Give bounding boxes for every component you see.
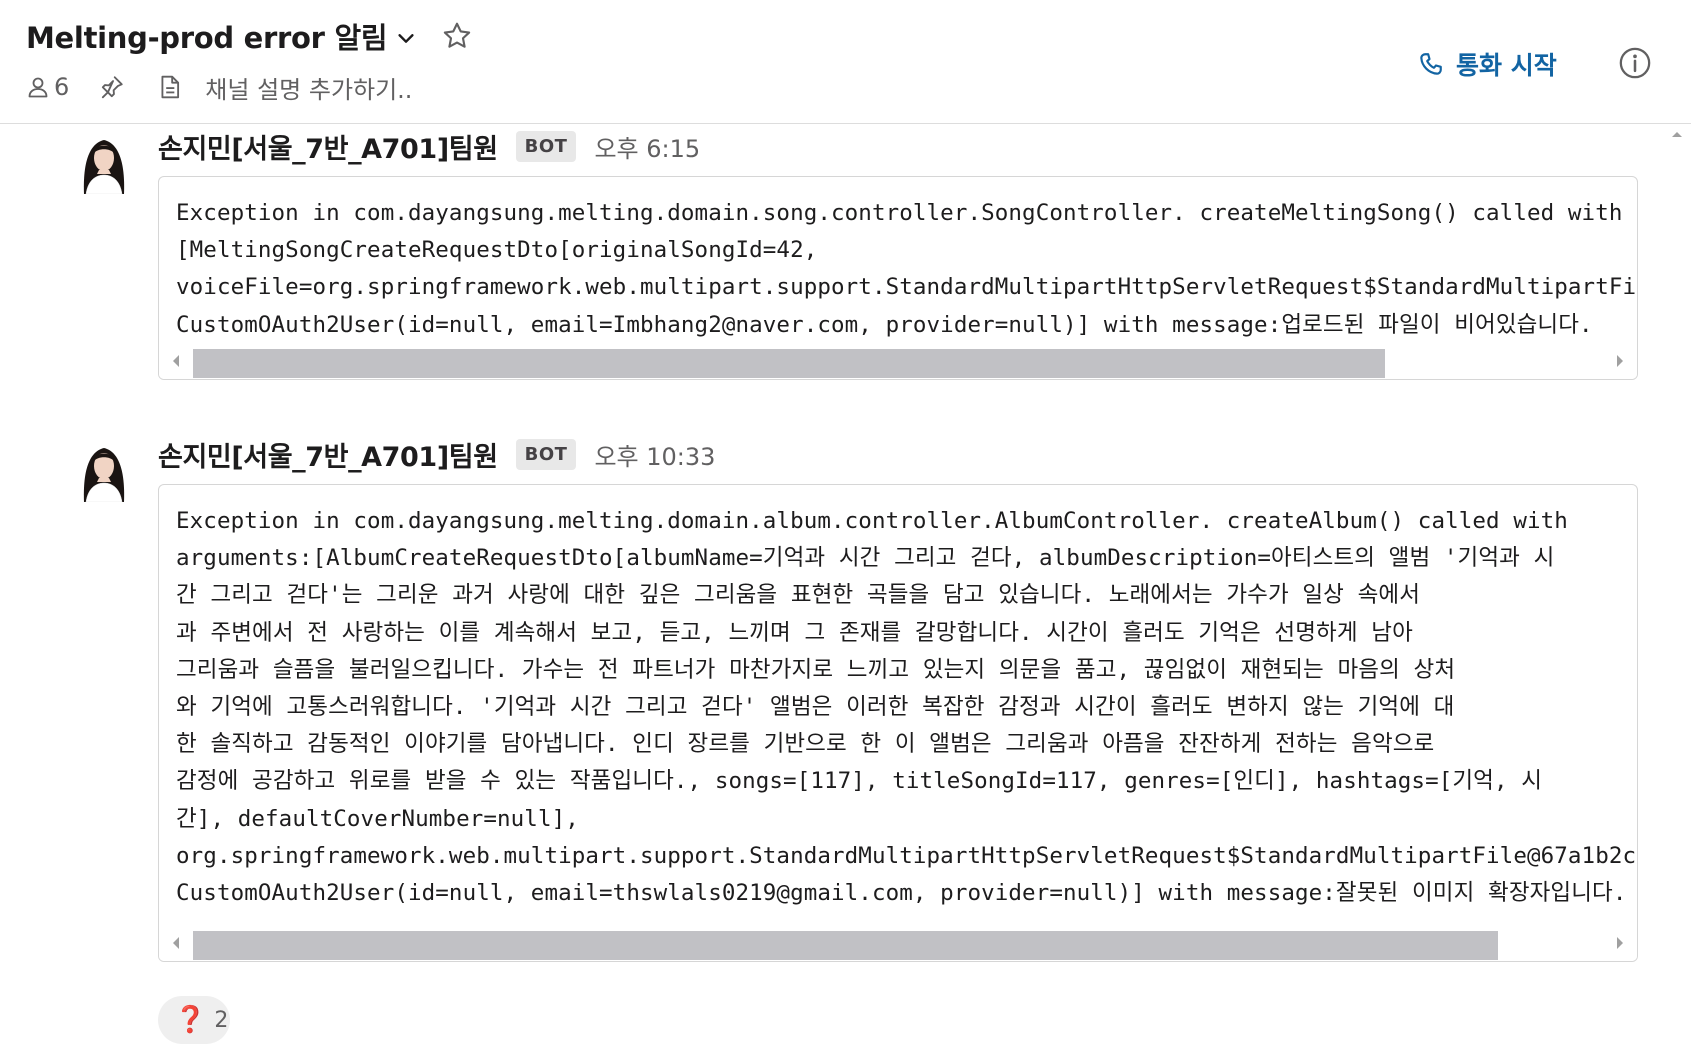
channel-title-row[interactable]: Melting-prod error 알림 bbox=[26, 14, 473, 58]
code-line: CustomOAuth2User(id=null, email=thswlals… bbox=[176, 880, 1627, 907]
code-line: Exception in com.dayangsung.melting.doma… bbox=[176, 200, 1637, 226]
reaction-count: 2 bbox=[214, 1007, 229, 1033]
scroll-right-arrow-icon[interactable] bbox=[1613, 353, 1627, 369]
sender-name[interactable]: 손지민[서울_7반_A701]팀원 bbox=[158, 435, 498, 474]
scroll-left-arrow-icon[interactable] bbox=[169, 935, 183, 951]
question-mark-icon: ❓ bbox=[174, 1005, 207, 1035]
avatar[interactable] bbox=[74, 128, 134, 194]
channel-meta-row: 6 채널 설명 추가하기.. bbox=[26, 68, 412, 106]
scrollbar-thumb[interactable] bbox=[193, 931, 1498, 960]
scroll-right-arrow-icon[interactable] bbox=[1613, 935, 1627, 951]
channel-description-placeholder[interactable]: 채널 설명 추가하기.. bbox=[205, 70, 412, 105]
start-call-label: 통화 시작 bbox=[1456, 51, 1557, 80]
horizontal-scrollbar[interactable] bbox=[159, 925, 1637, 961]
code-block[interactable]: Exception in com.dayangsung.melting.doma… bbox=[158, 176, 1638, 380]
message-header: 손지민[서울_7반_A701]팀원 BOT 오후 10:33 bbox=[158, 434, 715, 474]
message-timestamp[interactable]: 오후 10:33 bbox=[594, 437, 715, 472]
phone-icon bbox=[1420, 53, 1442, 75]
code-line: 와 기억에 고통스러워합니다. '기억과 시간 그리고 걷다' 앨범은 이러한 … bbox=[176, 694, 1455, 721]
avatar[interactable] bbox=[74, 436, 134, 502]
code-line: voiceFile=org.springframework.web.multip… bbox=[176, 274, 1637, 301]
code-line: 간 그리고 걷다'는 그리운 과거 사랑에 대한 깊은 그리움을 표현한 곡들을… bbox=[176, 582, 1421, 609]
scrollbar-thumb[interactable] bbox=[193, 349, 1385, 378]
code-line: 간], defaultCoverNumber=null], bbox=[176, 805, 579, 832]
channel-title[interactable]: Melting-prod error 알림 bbox=[26, 15, 388, 57]
code-line: org.springframework.web.multipart.suppor… bbox=[176, 842, 1637, 869]
horizontal-scrollbar[interactable] bbox=[159, 343, 1637, 379]
code-block[interactable]: Exception in com.dayangsung.melting.doma… bbox=[158, 484, 1638, 962]
code-line: 과 주변에서 전 사랑하는 이를 계속해서 보고, 듣고, 느끼며 그 존재를 … bbox=[176, 619, 1413, 646]
pin-icon[interactable] bbox=[99, 74, 125, 100]
message-timestamp[interactable]: 오후 6:15 bbox=[594, 129, 700, 164]
code-line: Exception in com.dayangsung.melting.doma… bbox=[176, 508, 1568, 534]
start-call-button[interactable]: 통화 시작 bbox=[1418, 44, 1557, 84]
code-line: arguments:[AlbumCreateRequestDto[albumNa… bbox=[176, 545, 1555, 572]
avatar-portrait bbox=[74, 436, 134, 502]
code-content: Exception in com.dayangsung.melting.doma… bbox=[176, 503, 1637, 912]
reaction-pill[interactable]: ❓ 2 bbox=[158, 996, 230, 1044]
channel-header: Melting-prod error 알림 6 채널 설명 추가하기.. 통화 … bbox=[0, 0, 1691, 124]
avatar-portrait bbox=[74, 128, 134, 194]
member-icon[interactable] bbox=[26, 75, 50, 99]
code-line: [MeltingSongCreateRequestDto[originalSon… bbox=[176, 237, 818, 264]
sender-name[interactable]: 손지민[서울_7반_A701]팀원 bbox=[158, 127, 498, 166]
info-icon[interactable] bbox=[1618, 46, 1652, 80]
code-line: CustomOAuth2User(id=null, email=Imbhang2… bbox=[176, 311, 1593, 338]
code-line: 한 솔직하고 감동적인 이야기를 담아냅니다. 인디 장르를 기반으로 한 이 … bbox=[176, 731, 1435, 758]
star-icon[interactable] bbox=[441, 20, 473, 52]
code-line: 그리움과 슬픔을 불러일으킵니다. 가수는 전 파트너가 마찬가지로 느끼고 있… bbox=[176, 656, 1456, 683]
bot-badge: BOT bbox=[515, 130, 577, 162]
member-count[interactable]: 6 bbox=[54, 73, 69, 101]
message-header: 손지민[서울_7반_A701]팀원 BOT 오후 6:15 bbox=[158, 126, 700, 166]
code-line: 감정에 공감하고 위로를 받을 수 있는 작품입니다., songs=[117]… bbox=[176, 768, 1543, 795]
bot-badge: BOT bbox=[515, 438, 577, 470]
code-content: Exception in com.dayangsung.melting.doma… bbox=[176, 195, 1637, 344]
scroll-left-arrow-icon[interactable] bbox=[169, 353, 183, 369]
chevron-down-icon[interactable] bbox=[395, 27, 417, 49]
document-icon[interactable] bbox=[157, 74, 183, 100]
scroll-up-arrow-icon[interactable] bbox=[1670, 128, 1684, 140]
